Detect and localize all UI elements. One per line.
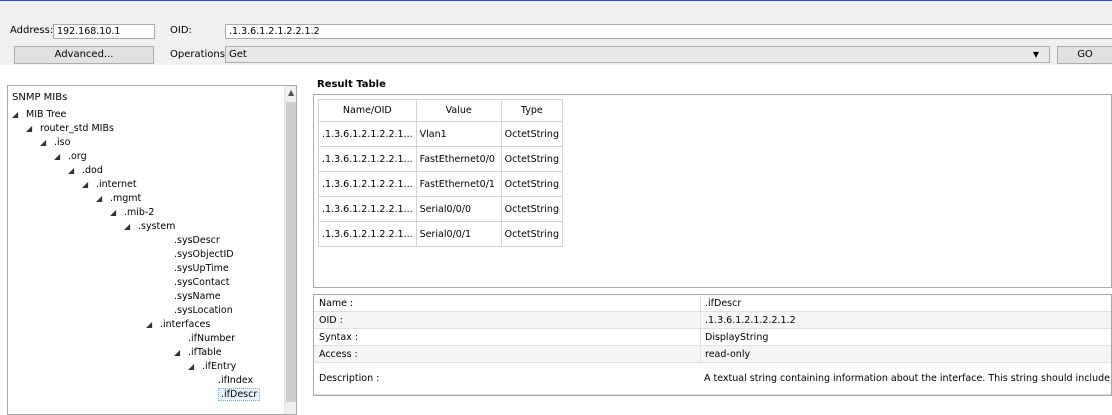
table-row[interactable]: .1.3.6.1.2.1.2.2.1... Serial0/0/1 OctetS… <box>318 221 564 247</box>
tree-leaf-ifnumber[interactable]: .ifNumber <box>188 332 235 345</box>
operations-select[interactable]: Get ▼ <box>225 46 1050 63</box>
tree-node-router-std-mibs[interactable]: ◢ router_std MIBs <box>26 122 114 135</box>
expand-triangle-icon[interactable]: ◢ <box>40 136 54 149</box>
expand-triangle-icon[interactable]: ◢ <box>26 122 40 135</box>
expand-triangle-icon[interactable]: ◢ <box>110 206 124 219</box>
result-table-panel: Name/OID Value Type .1.3.6.1.2.1.2.2.1..… <box>313 94 1112 288</box>
expand-triangle-icon[interactable]: ◢ <box>68 164 82 177</box>
table-row[interactable]: .1.3.6.1.2.1.2.2.1... FastEthernet0/1 Oc… <box>318 171 564 197</box>
table-row[interactable]: .1.3.6.1.2.1.2.2.1... Vlan1 OctetString <box>318 121 564 147</box>
tree-scrollbar[interactable]: ▲ <box>284 86 296 414</box>
tree-leaf-ifindex[interactable]: .ifIndex <box>218 374 253 387</box>
cell-name-oid: .1.3.6.1.2.1.2.2.1... <box>318 121 417 147</box>
detail-row-access: Access : read-only <box>314 346 1111 363</box>
tree-node-iso[interactable]: ◢ .iso <box>40 136 70 149</box>
tree-leaf-sysuptime[interactable]: .sysUpTime <box>174 262 229 275</box>
address-input[interactable]: 192.168.10.1 <box>53 24 155 39</box>
detail-row-description: Description : A textual string containin… <box>314 363 1112 395</box>
tree-node-mib-2[interactable]: ◢ .mib-2 <box>110 206 154 219</box>
cell-type: OctetString <box>500 221 564 247</box>
tree-leaf-syscontact[interactable]: .sysContact <box>174 276 230 289</box>
chevron-down-icon[interactable]: ▼ <box>1033 47 1039 62</box>
detail-value: DisplayString <box>700 329 1112 346</box>
tree-leaf-sysname[interactable]: .sysName <box>174 290 221 303</box>
table-row[interactable]: .1.3.6.1.2.1.2.2.1... FastEthernet0/0 Oc… <box>318 146 564 172</box>
result-table-title: Result Table <box>317 79 386 90</box>
operations-label: Operations: <box>170 49 229 60</box>
cell-type: OctetString <box>500 171 564 197</box>
tree-node-interfaces[interactable]: ◢ .interfaces <box>146 318 210 331</box>
detail-key: Description : <box>319 373 380 384</box>
cell-value: FastEthernet0/1 <box>415 171 502 197</box>
expand-triangle-icon[interactable]: ◢ <box>82 178 96 191</box>
tree-node-dod[interactable]: ◢ .dod <box>68 164 103 177</box>
tree-node-org[interactable]: ◢ .org <box>54 150 87 163</box>
tree-node-mib-tree[interactable]: ◢ MIB Tree <box>12 108 66 121</box>
detail-key: Name : <box>319 298 354 309</box>
tree-node-system[interactable]: ◢ .system <box>124 220 175 233</box>
expand-triangle-icon[interactable]: ◢ <box>96 192 110 205</box>
tree-node-ifentry[interactable]: ◢ .ifEntry <box>188 360 236 373</box>
tree-leaf-sysdescr[interactable]: .sysDescr <box>174 234 220 247</box>
tree-leaf-syslocation[interactable]: .sysLocation <box>174 304 233 317</box>
table-row[interactable]: .1.3.6.1.2.1.2.2.1... Serial0/0/0 OctetS… <box>318 196 564 222</box>
detail-key: Access : <box>319 349 358 360</box>
expand-triangle-icon[interactable]: ◢ <box>188 360 202 373</box>
cell-name-oid: .1.3.6.1.2.1.2.2.1... <box>318 171 417 197</box>
scrollbar-thumb[interactable] <box>286 102 296 402</box>
detail-key: Syntax : <box>319 332 359 343</box>
expand-triangle-icon[interactable]: ◢ <box>124 220 138 233</box>
mib-tree-header: SNMP MIBs <box>12 92 68 103</box>
oid-label: OID: <box>170 25 192 36</box>
mib-tree-panel: SNMP MIBs ◢ MIB Tree ◢ router_std MIBs ◢ .i… <box>7 85 297 415</box>
column-header-type[interactable]: Type <box>500 99 564 122</box>
detail-row-syntax: Syntax : DisplayString <box>314 329 1111 346</box>
table-header-row: Name/OID Value Type <box>318 99 564 122</box>
address-label: Address: <box>10 25 54 36</box>
scroll-up-arrow-icon[interactable]: ▲ <box>288 88 294 97</box>
column-header-value[interactable]: Value <box>415 99 502 122</box>
oid-details-panel: Name : .ifDescr OID : .1.3.6.1.2.1.2.2.1… <box>313 294 1112 396</box>
go-button[interactable]: GO <box>1057 46 1112 64</box>
expand-triangle-icon[interactable]: ◢ <box>54 150 68 163</box>
cell-type: OctetString <box>500 146 564 172</box>
detail-value: .1.3.6.1.2.1.2.2.1.2 <box>700 312 1112 329</box>
column-header-name-oid[interactable]: Name/OID <box>318 99 417 122</box>
advanced-button[interactable]: Advanced... <box>14 46 154 64</box>
operations-selected-value: Get <box>229 49 247 60</box>
tree-node-internet[interactable]: ◢ .internet <box>82 178 137 191</box>
expand-triangle-icon[interactable]: ◢ <box>12 108 26 121</box>
tree-node-iftable[interactable]: ◢ .ifTable <box>174 346 222 359</box>
oid-input[interactable]: .1.3.6.1.2.1.2.2.1.2 <box>225 24 1112 39</box>
detail-value: A textual string containing information … <box>704 373 1112 384</box>
cell-name-oid: .1.3.6.1.2.1.2.2.1... <box>318 221 417 247</box>
result-table: Name/OID Value Type .1.3.6.1.2.1.2.2.1..… <box>318 99 564 247</box>
tree-leaf-sysobjectid[interactable]: .sysObjectID <box>174 248 234 261</box>
detail-value: .ifDescr <box>700 295 1112 312</box>
cell-type: OctetString <box>500 196 564 222</box>
cell-type: OctetString <box>500 121 564 147</box>
detail-row-name: Name : .ifDescr <box>314 295 1111 312</box>
expand-triangle-icon[interactable]: ◢ <box>174 346 188 359</box>
expand-triangle-icon[interactable]: ◢ <box>146 318 160 331</box>
detail-row-oid: OID : .1.3.6.1.2.1.2.2.1.2 <box>314 312 1111 329</box>
detail-key: OID : <box>319 315 343 326</box>
detail-value: read-only <box>700 346 1112 363</box>
cell-value: Serial0/0/1 <box>415 221 502 247</box>
cell-name-oid: .1.3.6.1.2.1.2.2.1... <box>318 196 417 222</box>
cell-value: FastEthernet0/0 <box>415 146 502 172</box>
tree-leaf-ifdescr[interactable]: .ifDescr <box>218 388 261 401</box>
cell-name-oid: .1.3.6.1.2.1.2.2.1... <box>318 146 417 172</box>
tree-node-mgmt[interactable]: ◢ .mgmt <box>96 192 141 205</box>
cell-value: Vlan1 <box>415 121 502 147</box>
toolbar: Address: 192.168.10.1 OID: .1.3.6.1.2.1.… <box>0 1 1112 65</box>
cell-value: Serial0/0/0 <box>415 196 502 222</box>
